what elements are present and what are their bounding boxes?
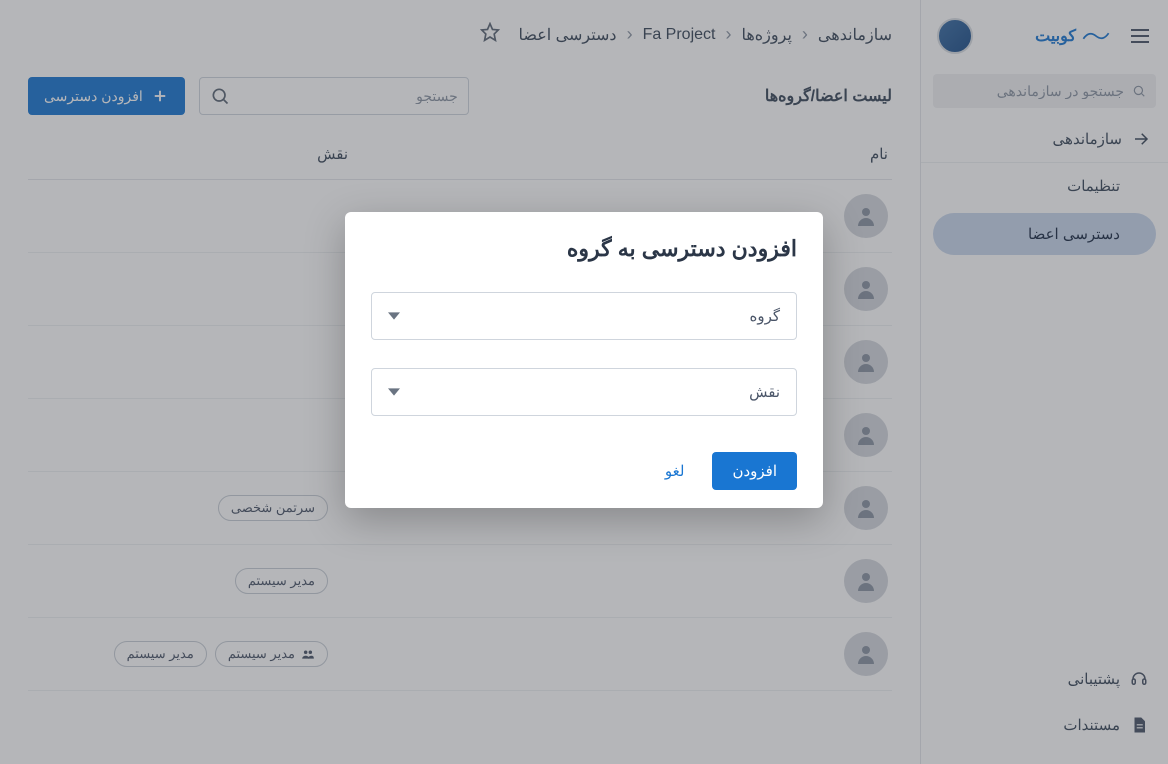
- role-select-label: نقش: [749, 383, 780, 401]
- group-select-label: گروه: [749, 307, 780, 325]
- dialog-title: افزودن دسترسی به گروه: [371, 236, 797, 262]
- caret-down-icon: [388, 386, 400, 398]
- group-select[interactable]: گروه: [371, 292, 797, 340]
- caret-down-icon: [388, 310, 400, 322]
- submit-button[interactable]: افزودن: [712, 452, 797, 490]
- role-select[interactable]: نقش: [371, 368, 797, 416]
- dialog-actions: افزودن لغو: [371, 452, 797, 490]
- modal-overlay[interactable]: افزودن دسترسی به گروه گروه نقش افزودن لغ…: [0, 0, 1168, 764]
- add-access-dialog: افزودن دسترسی به گروه گروه نقش افزودن لغ…: [345, 212, 823, 508]
- cancel-button[interactable]: لغو: [651, 452, 699, 490]
